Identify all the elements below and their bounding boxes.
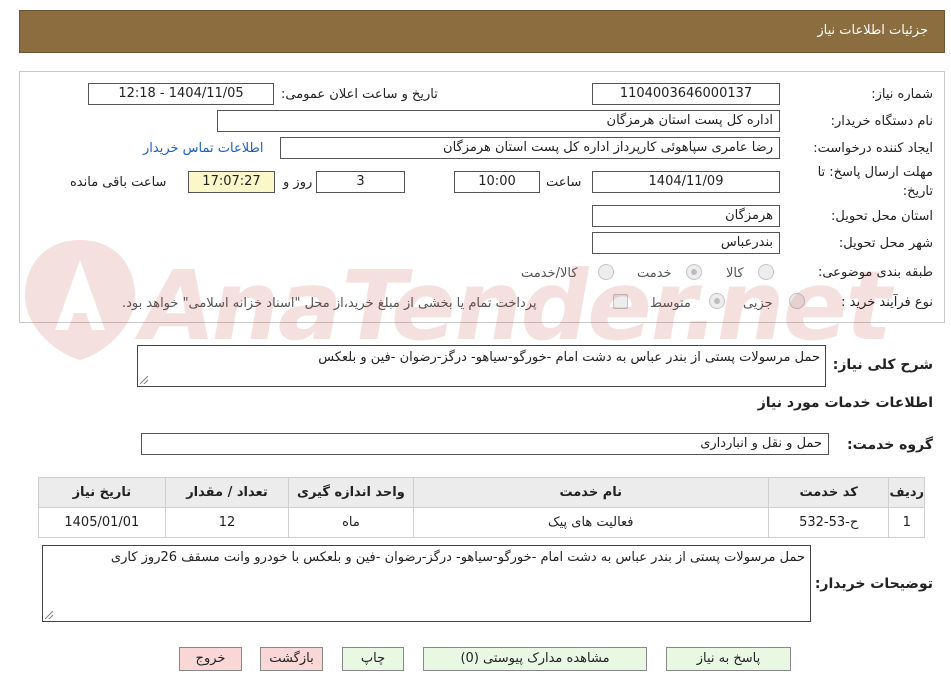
- deadline-time-field: 10:00: [454, 171, 540, 193]
- delivery-province-field: هرمزگان: [592, 205, 780, 227]
- cell-unit: ماه: [288, 507, 414, 538]
- remaining-time-label: ساعت باقی مانده: [70, 175, 167, 190]
- requester-label: ایجاد کننده درخواست:: [813, 141, 933, 156]
- remaining-time-field: 17:07:27: [188, 171, 275, 193]
- purchase-type-label: نوع فرآیند خرید :: [841, 295, 933, 310]
- deadline-label: مهلت ارسال پاسخ: تا: [817, 165, 933, 180]
- delivery-city-label: شهر محل تحویل:: [838, 236, 933, 251]
- requester-field: رضا عامری سپاهوئی کارپرداز اداره کل پست …: [280, 137, 780, 159]
- delivery-province-label: استان محل تحویل:: [831, 209, 933, 224]
- col-header-service-code: کد خدمت: [767, 477, 890, 508]
- purchase-minor-label: جزیی: [743, 296, 773, 311]
- announce-datetime-field: 1404/11/05 - 12:18: [88, 83, 274, 105]
- deadline-label-date: تاریخ:: [902, 184, 933, 199]
- table-header-row: ردیف کد خدمت نام خدمت واحد اندازه گیری ت…: [38, 477, 925, 508]
- buyer-notes-textarea: حمل مرسولات پستی از بندر عباس به دشت اما…: [42, 545, 811, 622]
- cell-service-code: ح-53-532: [767, 507, 890, 538]
- services-table: ردیف کد خدمت نام خدمت واحد اندازه گیری ت…: [38, 477, 925, 538]
- page-header: جزئیات اطلاعات نیاز: [19, 10, 945, 53]
- back-button[interactable]: بازگشت: [260, 647, 323, 671]
- cell-need-date: 1405/01/01: [38, 507, 166, 538]
- col-header-row-number: ردیف: [888, 477, 925, 508]
- page-title: جزئیات اطلاعات نیاز: [817, 23, 928, 38]
- treasury-payment-note: پرداخت تمام یا بخشی از مبلغ خرید،از محل …: [122, 296, 537, 311]
- need-number-field: 1104003646000137: [592, 83, 780, 105]
- resize-handle-icon[interactable]: [140, 376, 148, 384]
- service-group-label: گروه خدمت:: [847, 437, 933, 453]
- exit-button[interactable]: خروج: [179, 647, 242, 671]
- deadline-time-label: ساعت: [546, 175, 582, 190]
- purchase-minor-radio[interactable]: [789, 293, 805, 309]
- buyer-notes-label: توضیحات خریدار:: [814, 576, 933, 592]
- service-group-field: حمل و نقل و انبارداری: [141, 433, 829, 455]
- days-label: روز و: [283, 175, 313, 190]
- category-goods-service-label: کالا/خدمت: [521, 266, 578, 281]
- remaining-days-field: 3: [316, 171, 405, 193]
- cell-quantity: 12: [164, 507, 290, 538]
- description-textarea: حمل مرسولات پستی از بندر عباس به دشت اما…: [137, 345, 826, 387]
- col-header-quantity: تعداد / مقدار: [164, 477, 290, 508]
- services-section-title: اطلاعات خدمات مورد نیاز: [757, 395, 933, 411]
- deadline-date-field: 1404/11/09: [592, 171, 780, 193]
- col-header-need-date: تاریخ نیاز: [38, 477, 166, 508]
- category-label: طبقه بندی موضوعی:: [817, 265, 933, 280]
- description-text: حمل مرسولات پستی از بندر عباس به دشت اما…: [318, 350, 820, 365]
- description-label: شرح کلی نیاز:: [832, 357, 933, 373]
- purchase-medium-radio[interactable]: [709, 293, 725, 309]
- treasury-payment-checkbox[interactable]: [613, 294, 628, 309]
- category-goods-radio[interactable]: [758, 264, 774, 280]
- need-number-label: شماره نیاز:: [871, 87, 933, 102]
- table-row: 1 ح-53-532 فعالیت های پیک ماه 12 1405/01…: [38, 507, 925, 538]
- cell-service-name: فعالیت های پیک: [412, 507, 769, 538]
- need-info-panel: [19, 71, 945, 323]
- view-attachments-button[interactable]: مشاهده مدارک پیوستی (0): [423, 647, 647, 671]
- col-header-unit: واحد اندازه گیری: [288, 477, 414, 508]
- col-header-service-name: نام خدمت: [412, 477, 769, 508]
- resize-handle-icon[interactable]: [45, 611, 53, 619]
- category-service-radio[interactable]: [686, 264, 702, 280]
- purchase-medium-label: متوسط: [650, 296, 691, 311]
- buyer-org-field: اداره کل پست استان هرمزگان: [217, 110, 780, 132]
- category-service-label: خدمت: [637, 266, 672, 281]
- category-goods-service-radio[interactable]: [598, 264, 614, 280]
- announce-datetime-label: تاریخ و ساعت اعلان عمومی:: [281, 87, 438, 102]
- print-button[interactable]: چاپ: [342, 647, 404, 671]
- buyer-org-label: نام دستگاه خریدار:: [830, 114, 933, 129]
- buyer-contact-link[interactable]: اطلاعات تماس خریدار: [143, 141, 263, 156]
- buyer-notes-text: حمل مرسولات پستی از بندر عباس به دشت اما…: [110, 550, 805, 565]
- reply-button[interactable]: پاسخ به نیاز: [666, 647, 791, 671]
- delivery-city-field: بندرعباس: [592, 232, 780, 254]
- cell-row-number: 1: [888, 507, 925, 538]
- category-goods-label: کالا: [726, 266, 744, 281]
